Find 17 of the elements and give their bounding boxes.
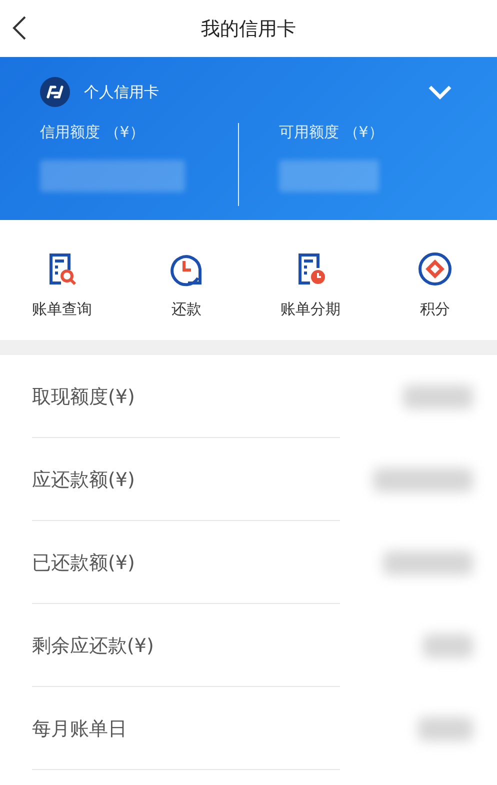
chevron-down-icon[interactable] <box>427 84 453 100</box>
bank-logo-icon <box>40 77 70 107</box>
action-button[interactable]: 账单分期 <box>260 250 361 340</box>
detail-label: 已还款额(¥) <box>32 550 135 576</box>
detail-label: 剩余应还款(¥) <box>32 634 154 658</box>
detail-label: 应还款额(¥) <box>32 468 135 492</box>
card-name: 个人信用卡 <box>84 82 160 102</box>
action-button[interactable]: 积分 <box>384 250 485 340</box>
limit-label: 信用额度 （¥） <box>40 123 146 142</box>
back-icon[interactable] <box>10 14 28 42</box>
detail-label: 每月账单日 <box>32 716 127 742</box>
limit-label: 可用额度 （¥） <box>279 123 384 142</box>
diamond-circle-icon <box>416 250 454 288</box>
action-button[interactable]: 账单查询 <box>12 250 112 340</box>
page-title: 我的信用卡 <box>201 16 296 42</box>
action-button[interactable]: 还款 <box>136 250 236 340</box>
detail-label: 取现额度(¥) <box>32 384 135 410</box>
